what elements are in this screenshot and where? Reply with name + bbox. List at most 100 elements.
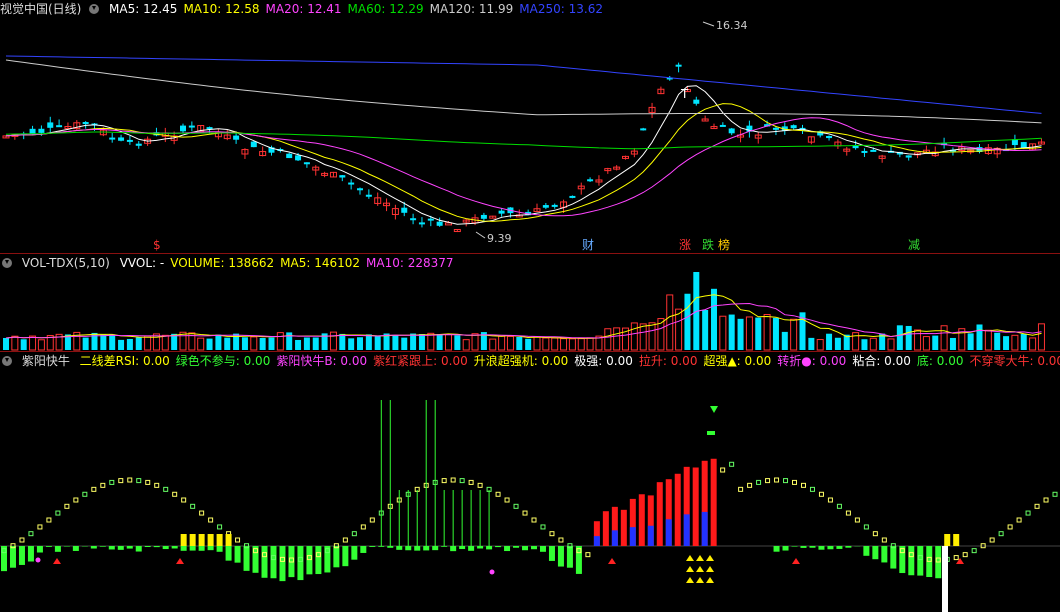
volume-bar-up [648,322,656,351]
candle-body-down [427,218,434,221]
volume-bar-up [533,336,541,351]
green-bar [486,546,493,550]
candle-body-down [772,127,779,130]
dropdown-circle-icon[interactable] [2,257,12,268]
indicator-legend-item-10: 底: 0.00 [916,354,964,368]
indicator-legend-item-7: 超强▲: 0.00 [703,354,772,368]
volume-bar-up [630,322,638,351]
volume-bar-down [976,324,983,350]
indicator-legend-item-8: 转折●: 0.00 [777,354,847,368]
magenta-dot [489,569,495,575]
signal-square [827,497,833,503]
red-triangle [53,558,61,564]
event-marker-3[interactable]: 跌 [702,238,714,252]
green-bar [99,546,106,547]
price-chart[interactable]: 16.34 9.39 T [0,18,1060,254]
signal-square [863,524,869,530]
dropdown-circle-icon[interactable] [2,355,12,366]
candle-body-down [640,128,647,131]
green-bar [800,546,807,548]
signal-square [450,477,456,483]
signal-square [55,510,61,516]
candle-body-down [1020,142,1027,148]
volume-bar-up [869,337,877,351]
green-bar [539,546,546,552]
volume-bar-down [728,314,735,350]
green-bar [495,546,502,548]
super-strong-triangle [706,555,714,561]
signal-square [971,548,977,554]
signal-square [585,552,591,558]
volume-bar-up [11,335,19,351]
signal-square [163,486,169,492]
ma-legend-item-2: MA20: 12.41 [265,2,342,16]
volume-chart[interactable] [0,272,1060,352]
volume-bar-down [100,334,107,350]
signal-square [513,503,519,509]
green-bar [243,546,250,571]
signal-square [783,478,789,484]
signal-square [845,510,851,516]
volume-bar-up [914,329,922,351]
candle-body-down [861,150,868,153]
volume-bar-up [276,332,284,351]
event-marker-5[interactable]: 减 [908,238,920,252]
volume-bar-up [551,337,559,351]
dropdown-circle-icon[interactable] [89,3,100,14]
signal-square [136,478,142,484]
volume-bar-down [268,337,275,350]
volume-bar-down [3,337,9,350]
green-bar [234,546,241,563]
volume-bar-down [932,335,939,350]
super-strong-triangle [696,577,704,583]
volume-bar-down [772,317,779,350]
yellow-block [944,534,951,546]
green-bar [414,546,421,551]
green-bar [9,546,16,568]
green-bar [387,546,394,548]
volume-bar-up [1011,334,1019,351]
red-bar [620,509,627,546]
ma-legend-item-3: MA60: 12.29 [347,2,424,16]
yellow-block [216,534,223,546]
signal-square [100,482,106,488]
ma250-line [5,55,1042,114]
event-marker-1[interactable]: 财 [582,238,594,252]
volume-bar-up [29,335,37,351]
volume-bar-up [489,338,497,351]
signal-square [1016,517,1022,523]
green-bar [863,546,870,556]
volume-bar-down [454,335,461,350]
green-bar [45,546,52,547]
green-bar [836,546,843,549]
indicator-legend-item-5: 极强: 0.00 [574,354,633,368]
signal-square [1052,491,1058,497]
candle-body-down [357,188,363,191]
green-bar [171,546,178,549]
volume-bar-down [401,337,408,350]
volume-bar-up [940,325,948,351]
volume-bar-down [20,339,27,350]
volume-bar-up [887,338,895,351]
volume-bar-up [144,335,152,351]
candle-body-down [295,155,302,161]
green-bar [432,546,439,551]
event-marker-2[interactable]: 涨 [679,238,691,252]
event-marker-4[interactable]: 榜 [718,238,730,252]
signal-square [495,491,501,497]
indicator-legend-item-1: 绿色不参与: 0.00 [175,354,271,368]
red-bar [656,482,663,546]
event-marker-0[interactable]: $ [153,238,161,252]
signal-square [720,467,726,473]
candle-body-down [410,218,417,221]
signal-square [342,537,348,543]
candle-body-down [188,125,195,128]
volume-bar-down [357,337,363,350]
candle-body-down [418,222,425,225]
indicator-chart[interactable] [0,370,1060,612]
yellow-block [180,534,187,546]
signal-square [809,486,815,492]
volume-bar-up [984,329,992,351]
green-bar [333,546,340,568]
candle-body-down [206,127,213,130]
